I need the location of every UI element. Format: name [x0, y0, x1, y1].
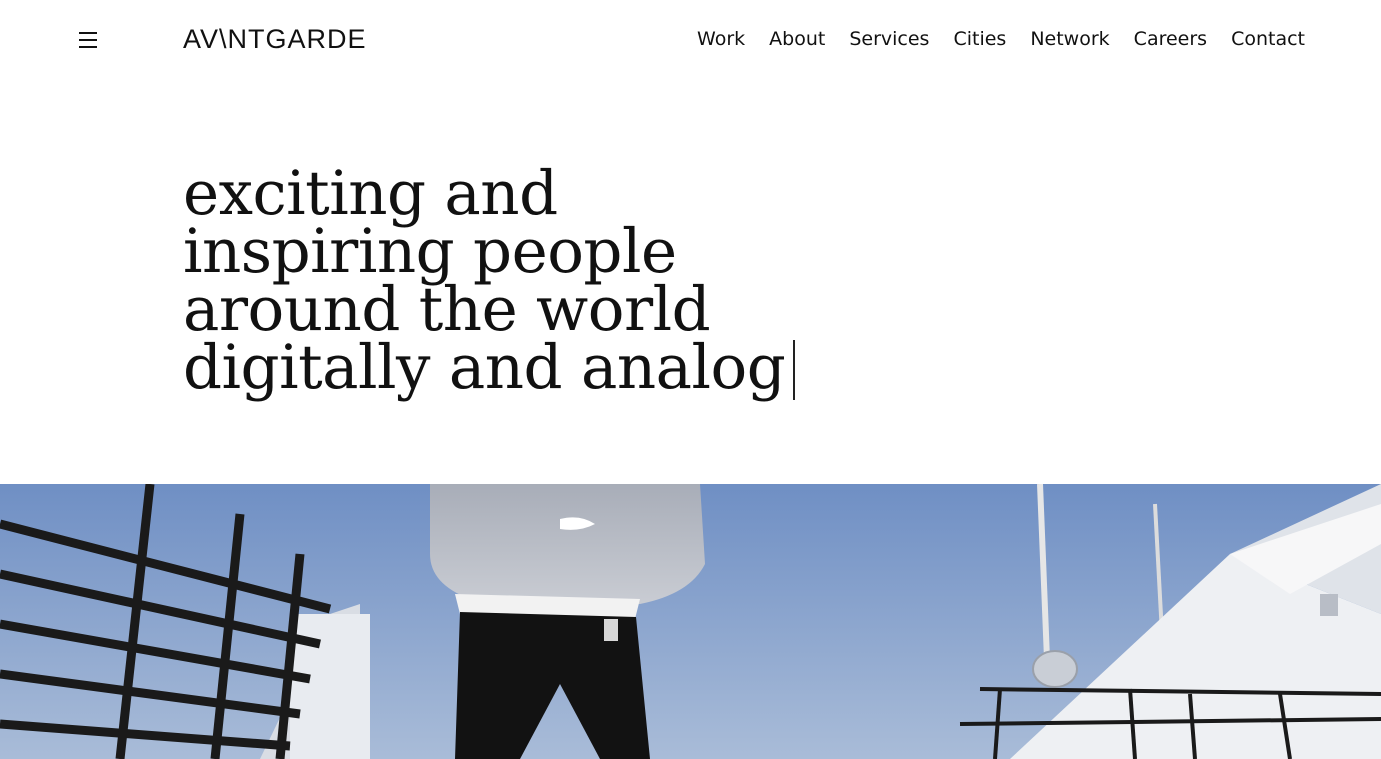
nav-link-cities[interactable]: Cities	[953, 27, 1006, 51]
main-nav: Work About Services Cities Network Caree…	[697, 27, 1305, 51]
hero-video-still	[0, 484, 1381, 759]
brand-logo[interactable]: AV\NTGARDE	[183, 24, 367, 54]
hero-scene	[0, 484, 1381, 759]
hamburger-menu-icon[interactable]	[79, 31, 97, 49]
nav-link-services[interactable]: Services	[849, 27, 929, 51]
nav-link-about[interactable]: About	[769, 27, 825, 51]
site-header: AV\NTGARDE Work About Services Cities Ne…	[0, 0, 1381, 80]
hero-headline: exciting and inspiring people around the…	[183, 163, 823, 400]
typing-caret	[793, 340, 796, 400]
nav-link-work[interactable]: Work	[697, 27, 745, 51]
nav-link-careers[interactable]: Careers	[1134, 27, 1207, 51]
nav-link-contact[interactable]: Contact	[1231, 27, 1305, 51]
hero-headline-text: exciting and inspiring people around the…	[183, 158, 786, 403]
nav-link-network[interactable]: Network	[1030, 27, 1109, 51]
